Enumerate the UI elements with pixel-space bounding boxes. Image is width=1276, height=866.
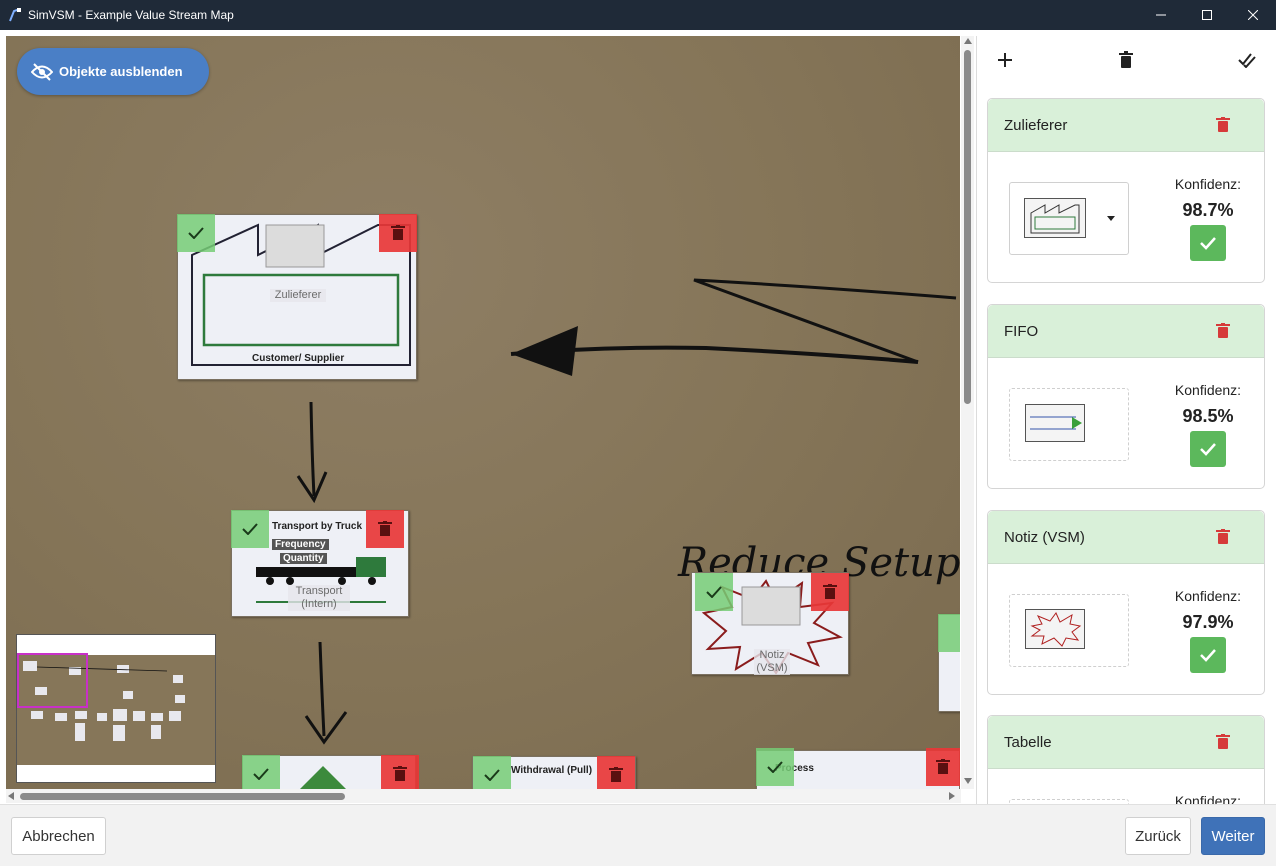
entry-delete-icon[interactable]: [1216, 734, 1230, 750]
offscreen-confirm-button[interactable]: [938, 614, 960, 652]
entry-title: Tabelle: [1004, 734, 1052, 751]
object-entry-fifo: FIFO Konfidenz: 98.5%: [987, 304, 1265, 489]
withdrawal-delete-button[interactable]: [597, 756, 635, 789]
canvas-horizontal-scrollbar[interactable]: [6, 789, 961, 803]
scroll-down-icon[interactable]: [964, 778, 972, 784]
object-thumbnail: [1009, 388, 1129, 461]
process-delete-button[interactable]: [926, 748, 960, 786]
minimize-button[interactable]: [1138, 0, 1184, 30]
window-title: SimVSM - Example Value Stream Map: [28, 8, 234, 22]
entry-header: Tabelle: [988, 716, 1264, 769]
window-controls: [1138, 0, 1276, 30]
kanban-delete-button[interactable]: [381, 755, 419, 789]
entry-body: Konfidenz: 98.5%: [988, 358, 1264, 488]
object-entry-zulieferer: Zulieferer Konfidenz: 98.7%: [987, 98, 1265, 283]
transport-card-title: Transport by Truck: [272, 521, 363, 532]
truck-icon: [256, 557, 386, 585]
fifo-thumbnail-icon: [1025, 404, 1085, 442]
note-confirm-button[interactable]: [695, 573, 733, 611]
panel-toolbar: [977, 36, 1274, 84]
supplier-card-text: Customer/ Supplier: [252, 353, 345, 364]
entry-title: Zulieferer: [1004, 117, 1068, 134]
back-button[interactable]: Zurück: [1125, 817, 1191, 855]
push-arrow-icon: [300, 766, 346, 789]
confidence-label: Konfidenz:: [1174, 382, 1242, 398]
canvas-vertical-scrollbar[interactable]: [961, 36, 974, 789]
entry-header: Notiz (VSM): [988, 511, 1264, 564]
confidence-value: 98.5%: [1182, 406, 1234, 426]
plus-icon[interactable]: [991, 46, 1019, 74]
object-thumbnail: [1009, 594, 1129, 667]
object-list[interactable]: Zulieferer Konfidenz: 98.7% FIFO Konfide…: [977, 86, 1274, 804]
chevron-down-icon: [1107, 216, 1115, 221]
entry-delete-icon[interactable]: [1216, 117, 1230, 133]
entry-body: Konfidenz: 98.7%: [988, 152, 1264, 282]
transport-object-label: Transport (Intern): [288, 585, 350, 611]
scroll-right-icon[interactable]: [949, 792, 955, 800]
entry-header: Zulieferer: [988, 99, 1264, 152]
confidence-value: 98.7%: [1182, 200, 1234, 220]
title-bar: SimVSM - Example Value Stream Map: [0, 0, 1276, 30]
hide-objects-label: Objekte ausblenden: [59, 64, 183, 79]
supplier-delete-button[interactable]: [379, 214, 417, 252]
note-delete-button[interactable]: [811, 573, 849, 611]
cancel-button[interactable]: Abbrechen: [11, 817, 106, 855]
eye-off-icon: [31, 62, 53, 81]
maximize-button[interactable]: [1184, 0, 1230, 30]
transport-confirm-button[interactable]: [231, 510, 269, 548]
entry-body: Konfidenz: 97.9%: [988, 564, 1264, 694]
entry-title: FIFO: [1004, 323, 1039, 340]
entry-header: FIFO: [988, 305, 1264, 358]
supplier-confirm-button[interactable]: [177, 214, 215, 252]
detected-objects-panel: Zulieferer Konfidenz: 98.7% FIFO Konfide…: [976, 36, 1274, 804]
double-check-icon[interactable]: [1233, 46, 1261, 74]
scroll-left-icon[interactable]: [8, 792, 14, 800]
confidence-value: 97.9%: [1182, 612, 1234, 632]
scroll-up-icon[interactable]: [964, 38, 972, 44]
process-confirm-button[interactable]: [756, 748, 794, 786]
vsm-canvas[interactable]: Reduce Setup Objekte ausblenden Customer…: [6, 36, 960, 789]
vertical-scroll-thumb[interactable]: [964, 50, 971, 404]
object-type-dropdown[interactable]: [1009, 182, 1129, 255]
confirm-object-button[interactable]: [1190, 431, 1226, 467]
kanban-confirm-button[interactable]: [242, 755, 280, 789]
withdrawal-confirm-button[interactable]: [473, 756, 511, 789]
footer-bar: Abbrechen Zurück Weiter: [0, 804, 1276, 866]
note-thumbnail-icon: [1025, 609, 1085, 649]
horizontal-scroll-thumb[interactable]: [20, 793, 345, 800]
object-entry-notiz: Notiz (VSM) Konfidenz: 97.9%: [987, 510, 1265, 695]
entry-title: Notiz (VSM): [1004, 529, 1085, 546]
withdrawal-card-text: Withdrawal (Pull): [511, 765, 593, 776]
hide-objects-button[interactable]: Objekte ausblenden: [17, 48, 209, 95]
close-window-button[interactable]: [1230, 0, 1276, 30]
minimap-viewport[interactable]: [17, 653, 88, 708]
transport-delete-button[interactable]: [366, 510, 404, 548]
supplier-object-label: Zulieferer: [270, 289, 326, 302]
entry-body: Konfidenz:: [988, 769, 1264, 804]
app-logo-icon: [8, 7, 22, 23]
confidence-label: Konfidenz:: [1174, 793, 1242, 804]
next-button[interactable]: Weiter: [1201, 817, 1265, 855]
factory-thumbnail-icon: [1024, 198, 1086, 238]
confidence-label: Konfidenz:: [1174, 588, 1242, 604]
confirm-object-button[interactable]: [1190, 637, 1226, 673]
confidence-label: Konfidenz:: [1174, 176, 1242, 192]
minimap[interactable]: [16, 634, 216, 783]
object-entry-tabelle: Tabelle Konfidenz:: [987, 715, 1265, 804]
entry-delete-icon[interactable]: [1216, 529, 1230, 545]
trash-icon[interactable]: [1112, 46, 1140, 74]
entry-delete-icon[interactable]: [1216, 323, 1230, 339]
note-object-label: Notiz (VSM): [754, 649, 790, 675]
confirm-object-button[interactable]: [1190, 225, 1226, 261]
